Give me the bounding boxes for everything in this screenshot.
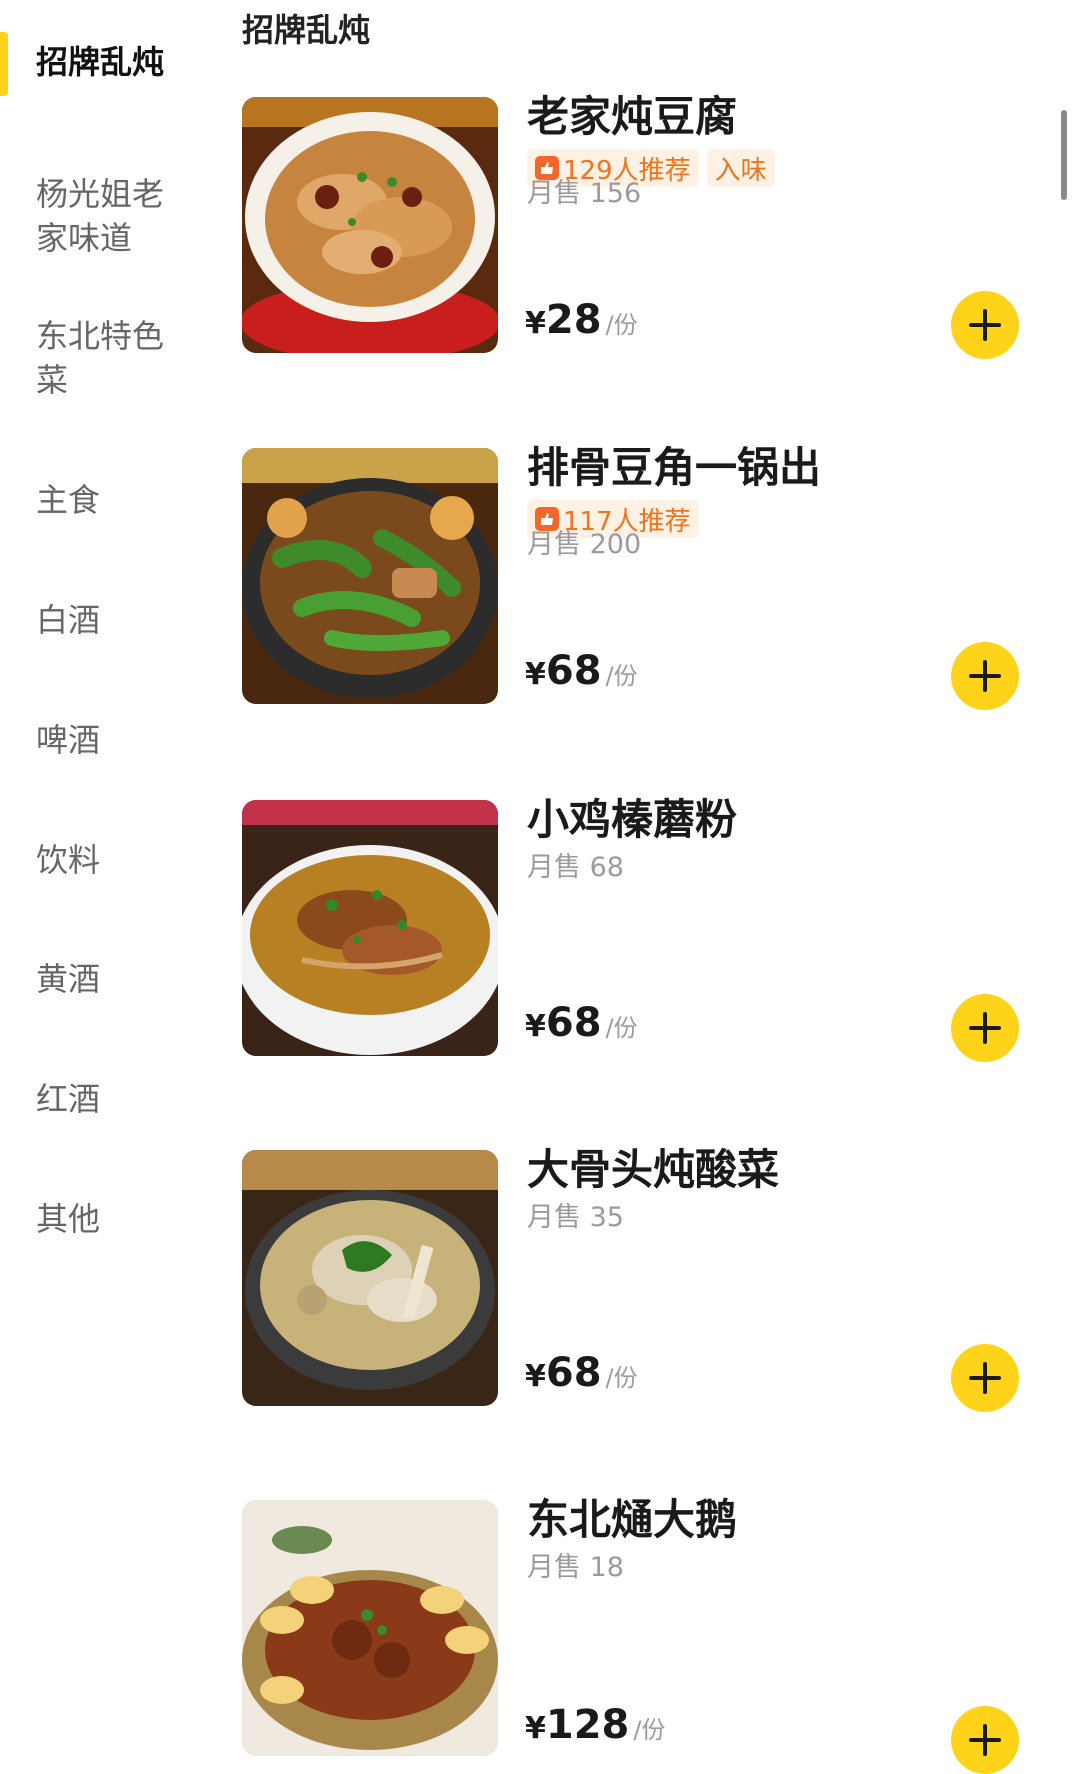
sidebar-item-label: 红酒 bbox=[36, 1080, 101, 1118]
price-value: 68 bbox=[545, 648, 602, 694]
plus-icon bbox=[969, 1724, 1001, 1756]
add-to-cart-button[interactable] bbox=[951, 994, 1019, 1062]
dish-card[interactable]: 东北熥大鹅 月售 18 ¥128/份 bbox=[242, 1495, 1052, 1774]
add-to-cart-button[interactable] bbox=[951, 1706, 1019, 1774]
section-title: 招牌乱炖 bbox=[242, 11, 371, 49]
sidebar-item-label: 杨光姐老 bbox=[36, 175, 165, 213]
dish-card[interactable]: 老家炖豆腐 129人推荐 入味 月售 156 ¥28/份 bbox=[242, 92, 1052, 359]
dish-price: ¥68/份 bbox=[525, 1000, 638, 1046]
ribs-green-beans-dish-photo bbox=[242, 448, 498, 704]
sidebar-item-baijiu[interactable]: 白酒 bbox=[0, 598, 225, 642]
price-value: 28 bbox=[545, 297, 602, 343]
plus-icon bbox=[969, 1362, 1001, 1394]
monthly-sales: 月售 200 bbox=[527, 529, 642, 560]
price-value: 68 bbox=[545, 1000, 602, 1046]
dish-card[interactable]: 小鸡榛蘑粉 月售 68 ¥68/份 bbox=[242, 795, 1052, 1062]
dish-name: 小鸡榛蘑粉 bbox=[527, 795, 738, 844]
add-to-cart-button[interactable] bbox=[951, 1344, 1019, 1412]
price-unit: /份 bbox=[605, 1014, 638, 1042]
price-unit: /份 bbox=[605, 311, 638, 339]
currency-symbol: ¥ bbox=[525, 1711, 546, 1746]
dish-price: ¥68/份 bbox=[525, 1350, 638, 1396]
sidebar-item-label: 菜 bbox=[36, 361, 69, 399]
sidebar-item-label: 饮料 bbox=[36, 841, 101, 879]
currency-symbol: ¥ bbox=[525, 1359, 546, 1394]
dish-price: ¥28/份 bbox=[525, 297, 638, 343]
add-to-cart-button[interactable] bbox=[951, 291, 1019, 359]
plus-icon bbox=[969, 309, 1001, 341]
dish-price: ¥128/份 bbox=[525, 1702, 665, 1748]
sidebar-item-label: 家味道 bbox=[36, 219, 133, 257]
currency-symbol: ¥ bbox=[525, 1009, 546, 1044]
sidebar-item-yangguang-homestyle[interactable]: 杨光姐老 家味道 bbox=[0, 172, 225, 260]
price-unit: /份 bbox=[633, 1716, 666, 1744]
price-unit: /份 bbox=[605, 1364, 638, 1392]
sidebar-item-other[interactable]: 其他 bbox=[0, 1197, 225, 1241]
dish-name: 排骨豆角一锅出 bbox=[527, 443, 822, 492]
price-value: 68 bbox=[545, 1350, 602, 1396]
sidebar-item-label: 东北特色 bbox=[36, 317, 165, 355]
flavor-tag: 入味 bbox=[706, 149, 775, 187]
sidebar-item-label: 啤酒 bbox=[36, 721, 101, 759]
sidebar-item-label: 主食 bbox=[36, 481, 101, 519]
currency-symbol: ¥ bbox=[525, 657, 546, 692]
braised-tofu-dish-photo bbox=[242, 97, 498, 353]
sidebar-item-label: 黄酒 bbox=[36, 960, 101, 998]
category-sidebar: 招牌乱炖 杨光姐老 家味道 东北特色 菜 主食 白酒 啤酒 饮料 黄酒 红酒 其… bbox=[0, 0, 225, 1774]
dish-name: 老家炖豆腐 bbox=[527, 92, 738, 141]
monthly-sales: 月售 68 bbox=[527, 852, 624, 883]
monthly-sales: 月售 18 bbox=[527, 1552, 624, 1583]
plus-icon bbox=[969, 1012, 1001, 1044]
sidebar-item-beer[interactable]: 啤酒 bbox=[0, 718, 225, 762]
add-to-cart-button[interactable] bbox=[951, 642, 1019, 710]
dish-name: 东北熥大鹅 bbox=[527, 1495, 738, 1544]
price-value: 128 bbox=[545, 1702, 630, 1748]
dish-card[interactable]: 大骨头炖酸菜 月售 35 ¥68/份 bbox=[242, 1145, 1052, 1412]
sidebar-item-label: 招牌乱炖 bbox=[36, 43, 165, 81]
sidebar-item-staple-food[interactable]: 主食 bbox=[0, 478, 225, 522]
monthly-sales: 月售 156 bbox=[527, 178, 642, 209]
dish-card[interactable]: 排骨豆角一锅出 117人推荐 月售 200 ¥68/份 bbox=[242, 443, 1052, 710]
sidebar-item-label: 白酒 bbox=[36, 601, 101, 639]
dish-price: ¥68/份 bbox=[525, 648, 638, 694]
price-unit: /份 bbox=[605, 662, 638, 690]
scrollbar[interactable] bbox=[1061, 110, 1067, 200]
plus-icon bbox=[969, 660, 1001, 692]
dish-name: 大骨头炖酸菜 bbox=[527, 1145, 780, 1194]
sidebar-item-beverages[interactable]: 饮料 bbox=[0, 838, 225, 882]
currency-symbol: ¥ bbox=[525, 306, 546, 341]
sidebar-item-northeast-specialty[interactable]: 东北特色 菜 bbox=[0, 314, 225, 402]
stewed-goose-dish-photo bbox=[242, 1500, 498, 1756]
sidebar-item-signature-stew[interactable]: 招牌乱炖 bbox=[0, 40, 225, 84]
sidebar-item-yellow-wine[interactable]: 黄酒 bbox=[0, 957, 225, 1001]
sidebar-item-label: 其他 bbox=[36, 1200, 101, 1238]
monthly-sales: 月售 35 bbox=[527, 1202, 624, 1233]
sidebar-item-red-wine[interactable]: 红酒 bbox=[0, 1077, 225, 1121]
chicken-mushroom-soup-photo bbox=[242, 800, 498, 1056]
pork-bone-sauerkraut-photo bbox=[242, 1150, 498, 1406]
